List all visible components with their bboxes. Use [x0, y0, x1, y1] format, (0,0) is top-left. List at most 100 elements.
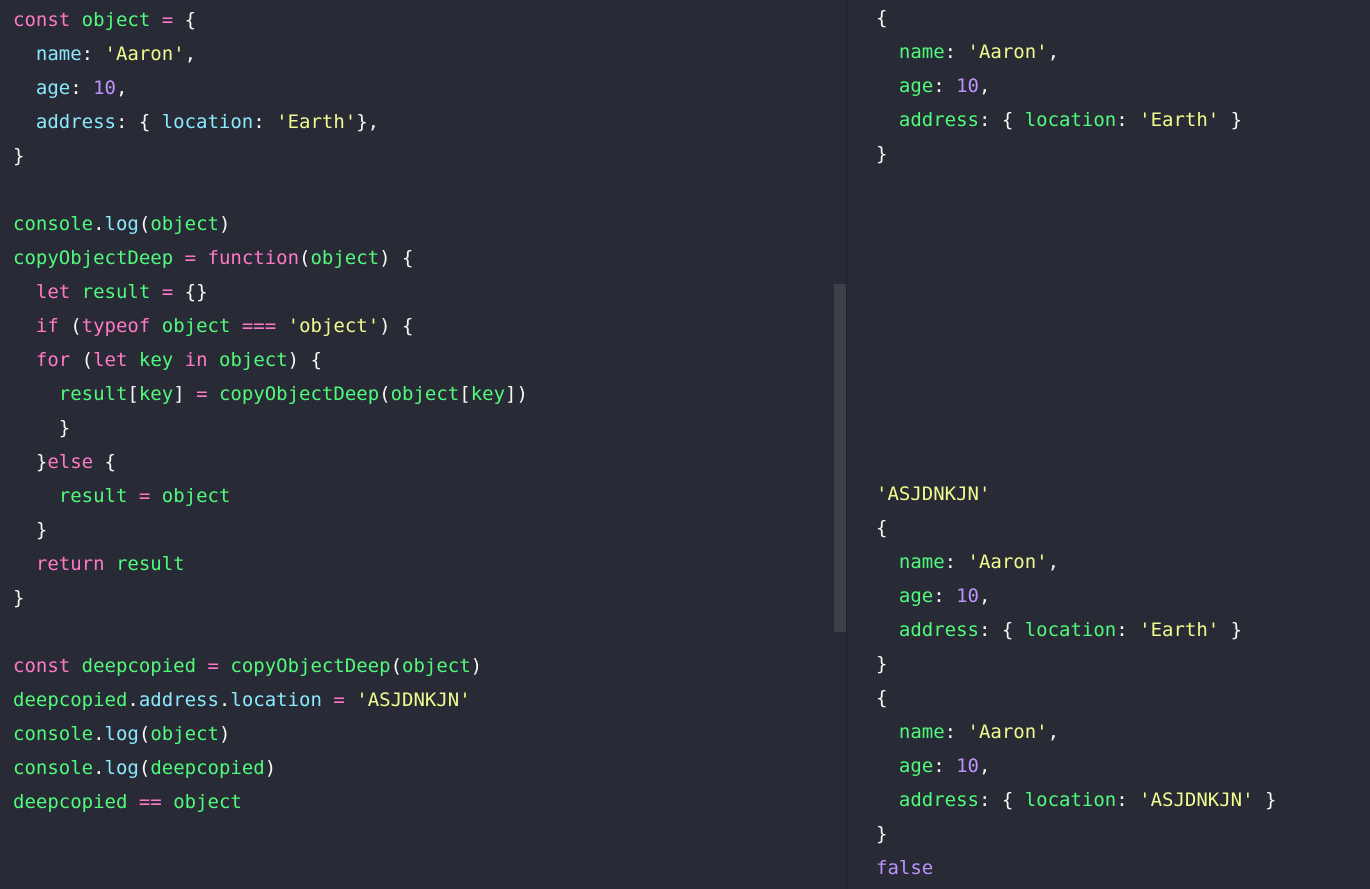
punctuation-token: : {: [978, 789, 1025, 811]
object-key-token: name: [898, 551, 945, 573]
identifier-token: deepcopied: [13, 791, 128, 813]
keyword-token: let: [35, 281, 71, 303]
output-line: false: [876, 851, 1370, 885]
code-line: }: [13, 581, 846, 615]
punctuation-token: .: [93, 213, 105, 235]
punctuation-token: }: [13, 145, 25, 167]
punctuation-token: ,: [979, 755, 991, 777]
output-line: {: [876, 1, 1370, 35]
object-key-token: age: [898, 75, 934, 97]
string-token: 'object': [287, 315, 380, 337]
punctuation-token: (: [379, 383, 391, 405]
keyword-token: const: [13, 9, 71, 31]
punctuation-token: ,: [1047, 41, 1060, 63]
output-line: }: [876, 817, 1370, 851]
output-line: age: 10,: [876, 69, 1370, 103]
keyword-token: function: [207, 247, 300, 269]
output-line: }: [876, 137, 1370, 171]
code-line: }: [13, 139, 846, 173]
punctuation-token: :: [81, 43, 105, 65]
method-token: log: [104, 723, 139, 745]
code-line: return result: [13, 547, 846, 581]
operator-token: =: [161, 9, 174, 31]
method-token: log: [104, 757, 139, 779]
punctuation-token: ) {: [379, 247, 414, 269]
code-line: console.log(deepcopied): [13, 751, 846, 785]
code-line: name: 'Aaron',: [13, 37, 846, 71]
punctuation-token: .: [127, 689, 139, 711]
punctuation-token: .: [218, 689, 231, 711]
code-editor[interactable]: const object = { name: 'Aaron', age: 10,…: [0, 0, 846, 889]
punctuation-token: ) {: [379, 315, 414, 337]
object-key-token: name: [898, 41, 945, 63]
function-token: copyObjectDeep: [230, 655, 391, 677]
editor-lines: const object = { name: 'Aaron', age: 10,…: [0, 3, 846, 819]
object-key-token: location: [1024, 109, 1117, 131]
identifier-token: result: [81, 281, 151, 303]
punctuation-token: ]: [173, 383, 197, 405]
identifier-token: object: [150, 723, 219, 745]
punctuation-token: (: [138, 213, 151, 235]
identifier-token: result: [58, 485, 128, 507]
object-key-token: address: [898, 109, 979, 131]
punctuation-token: {: [876, 687, 888, 709]
function-token: copyObjectDeep: [218, 383, 380, 405]
identifier-token: key: [138, 383, 174, 405]
punctuation-token: ,: [116, 77, 128, 99]
code-line: let result = {}: [13, 275, 846, 309]
object-key-token: location: [1024, 789, 1117, 811]
punctuation-token: (: [390, 655, 403, 677]
punctuation-token: }: [1253, 789, 1277, 811]
operator-token: =: [207, 655, 219, 677]
punctuation-token: :: [1116, 109, 1140, 131]
punctuation-token: ]): [505, 383, 528, 405]
identifier-token: console: [13, 213, 94, 235]
property-token: address: [138, 689, 219, 711]
operator-token: ==: [138, 791, 162, 813]
identifier-token: object: [150, 213, 219, 235]
punctuation-token: ,: [1047, 551, 1060, 573]
keyword-token: let: [93, 349, 128, 371]
code-line: const object = {: [13, 3, 846, 37]
punctuation-token: {}: [184, 281, 208, 303]
punctuation-token: (: [299, 247, 311, 269]
punctuation-token: }: [876, 653, 888, 675]
punctuation-token: : {: [978, 109, 1025, 131]
identifier-token: object: [390, 383, 460, 405]
punctuation-token: }: [876, 143, 888, 165]
code-line: if (typeof object === 'object') {: [13, 309, 846, 343]
identifier-token: object: [402, 655, 471, 677]
editor-scrollbar[interactable]: [834, 284, 846, 632]
code-line: age: 10,: [13, 71, 846, 105]
output-console: { name: 'Aaron', age: 10, address: { loc…: [847, 0, 1370, 889]
keyword-token: in: [184, 349, 208, 371]
punctuation-token: :: [933, 75, 957, 97]
punctuation-token: :: [253, 111, 277, 133]
punctuation-token: (: [58, 315, 82, 337]
punctuation-token: ,: [979, 75, 991, 97]
punctuation-token: {: [93, 451, 116, 473]
